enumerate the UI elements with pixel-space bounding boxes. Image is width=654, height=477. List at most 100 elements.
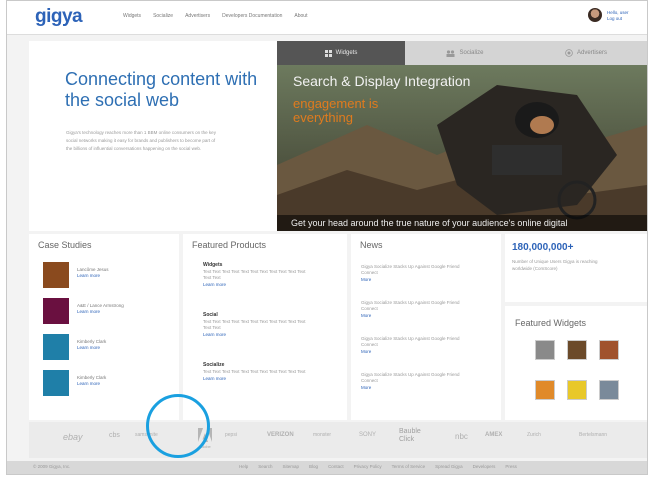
widget-portrait-icon[interactable] xyxy=(599,340,619,360)
product-description: Text Text Text Text Text Text Text Text … xyxy=(203,319,306,330)
logout-link[interactable]: Log out xyxy=(607,16,629,22)
copyright: © 2009 Gigya, Inc. xyxy=(33,464,71,469)
main-nav: Widgets Socialize Advertisers Developers… xyxy=(123,13,307,19)
news-text[interactable]: Gigya Socialize Stacks Up Against Google… xyxy=(361,372,461,384)
product-name[interactable]: Social xyxy=(203,312,333,319)
partner-logo-sony[interactable]: SONY xyxy=(359,432,376,438)
partner-logo-pepsi[interactable]: pepsi xyxy=(225,432,237,438)
case-study-name: Kimberly Clark xyxy=(77,339,107,344)
hero-caption[interactable]: Get your head around the true nature of … xyxy=(277,215,647,231)
user-avatar[interactable] xyxy=(588,8,602,22)
tab-socialize[interactable]: Socialize xyxy=(405,41,525,65)
partner-logo-zurich[interactable]: Zurich xyxy=(527,432,541,438)
featured-products-panel: Featured Products Widgets Text Text Text… xyxy=(183,234,347,420)
partner-logo-verizon[interactable]: VERIZON xyxy=(267,432,294,438)
tab-widgets[interactable]: Widgets xyxy=(277,41,405,65)
people-icon xyxy=(446,49,455,57)
news-item: Gigya Socialize Stacks Up Against Google… xyxy=(361,300,461,319)
learn-more-link[interactable]: Learn more xyxy=(203,375,333,382)
case-study-thumbnail[interactable] xyxy=(43,334,69,360)
case-studies-panel: Case Studies Lancôme Jesus Learn more A&… xyxy=(29,234,179,420)
footer-link-contact[interactable]: Contact xyxy=(328,464,344,469)
learn-more-link[interactable]: Learn more xyxy=(77,381,100,386)
user-links: Hello, user Log out xyxy=(607,10,629,22)
case-study-thumbnail[interactable] xyxy=(43,370,69,396)
hero-title: Connecting content with the social web xyxy=(65,69,258,110)
nav-advertisers[interactable]: Advertisers xyxy=(185,13,210,19)
case-studies-title: Case Studies xyxy=(38,240,92,250)
case-study-thumbnail[interactable] xyxy=(43,298,69,324)
partner-logos-strip: ebay cbs samsonite Adobe pepsi VERIZON m… xyxy=(29,422,647,458)
widget-photo-icon[interactable] xyxy=(535,340,555,360)
featured-widgets-box: Featured Widgets xyxy=(505,306,647,420)
footer-links: Help Search Sitemap Blog Contact Privacy… xyxy=(239,464,517,469)
learn-more-link[interactable]: Learn more xyxy=(77,273,100,278)
footer-link-search[interactable]: Search xyxy=(258,464,272,469)
news-item: Gigya Socialize Stacks Up Against Google… xyxy=(361,372,461,391)
stats-text: Number of Unique Users Gigya is reaching… xyxy=(512,259,598,271)
case-study-name: A&E / Lance Armstrong xyxy=(77,303,124,308)
case-study-name: Kimberly Clark xyxy=(77,375,107,380)
partner-logo-ebay[interactable]: ebay xyxy=(63,432,83,442)
nav-socialize[interactable]: Socialize xyxy=(153,13,173,19)
hero-banner[interactable]: Search & Display Integration engagement … xyxy=(277,65,647,231)
stats-box: 180,000,000+ Number of Unique Users Gigy… xyxy=(505,234,647,302)
more-link[interactable]: More xyxy=(361,348,461,355)
news-item: Gigya Socialize Stacks Up Against Google… xyxy=(361,336,461,355)
nav-widgets[interactable]: Widgets xyxy=(123,13,141,19)
learn-more-link[interactable]: Learn more xyxy=(77,309,100,314)
product-item: Socialize Text Text Text Text Text Text … xyxy=(203,362,333,382)
more-link[interactable]: More xyxy=(361,312,461,319)
hero-tabs: Widgets Socialize Advertisers xyxy=(277,41,647,65)
nav-developers-documentation[interactable]: Developers Documentation xyxy=(222,13,282,19)
more-link[interactable]: More xyxy=(361,276,461,283)
partner-logo-amex[interactable]: AMEX xyxy=(485,432,502,438)
learn-more-link[interactable]: Learn more xyxy=(77,345,100,350)
product-name[interactable]: Socialize xyxy=(203,362,333,369)
partner-logo-monster[interactable]: monster xyxy=(313,432,331,438)
case-study-item[interactable]: Kimberly Clark Learn more xyxy=(43,370,173,398)
widget-face-icon[interactable] xyxy=(567,340,587,360)
nav-about[interactable]: About xyxy=(294,13,307,19)
case-study-item[interactable]: A&E / Lance Armstrong Learn more xyxy=(43,298,173,326)
partner-logo-cbs[interactable]: cbs xyxy=(109,432,120,439)
learn-more-link[interactable]: Learn more xyxy=(203,331,333,338)
footer-link-press[interactable]: Press xyxy=(505,464,517,469)
gigya-logo[interactable]: gigya xyxy=(35,6,83,28)
widget-sunset-icon[interactable] xyxy=(535,380,555,400)
partner-logo-nbc[interactable]: nbc xyxy=(455,432,468,441)
footer-link-help[interactable]: Help xyxy=(239,464,248,469)
tab-advertisers[interactable]: Advertisers xyxy=(525,41,647,65)
footer-link-spread-gigya[interactable]: Spread Gigya xyxy=(435,464,463,469)
footer-link-developers[interactable]: Developers xyxy=(473,464,496,469)
highlight-circle xyxy=(146,394,210,458)
news-text[interactable]: Gigya Socialize Stacks Up Against Google… xyxy=(361,336,461,348)
case-study-item[interactable]: Lancôme Jesus Learn more xyxy=(43,262,173,290)
target-icon xyxy=(565,49,573,57)
partner-logo-bertelsmann[interactable]: Bertelsmann xyxy=(579,432,607,438)
hero-tagline: engagement is everything xyxy=(293,96,379,125)
product-name[interactable]: Widgets xyxy=(203,262,333,269)
case-study-item[interactable]: Kimberly Clark Learn more xyxy=(43,334,173,362)
partner-logo-bauble-click[interactable]: Bauble Click xyxy=(399,428,433,444)
widget-star-icon[interactable] xyxy=(567,380,587,400)
footer-link-terms[interactable]: Terms of Service xyxy=(392,464,426,469)
grid-icon xyxy=(324,49,332,57)
footer-link-sitemap[interactable]: Sitemap xyxy=(283,464,300,469)
hero-intro: Connecting content with the social web G… xyxy=(29,41,277,231)
widget-people-icon[interactable] xyxy=(599,380,619,400)
case-study-thumbnail[interactable] xyxy=(43,262,69,288)
news-text[interactable]: Gigya Socialize Stacks Up Against Google… xyxy=(361,300,461,312)
case-study-name: Lancôme Jesus xyxy=(77,267,109,272)
hero-description: Gigya's technology reaches more than 1 B… xyxy=(66,130,216,151)
featured-widgets-title: Featured Widgets xyxy=(515,318,587,328)
tab-socialize-label: Socialize xyxy=(459,50,484,56)
footer-link-privacy[interactable]: Privacy Policy xyxy=(354,464,382,469)
footer: © 2009 Gigya, Inc. Help Search Sitemap B… xyxy=(7,461,647,474)
footer-link-blog[interactable]: Blog xyxy=(309,464,318,469)
learn-more-link[interactable]: Learn more xyxy=(203,281,333,288)
product-description: Text Text Text Text Text Text Text Text … xyxy=(203,269,306,280)
news-title: News xyxy=(360,240,383,250)
news-text[interactable]: Gigya Socialize Stacks Up Against Google… xyxy=(361,264,461,276)
more-link[interactable]: More xyxy=(361,384,461,391)
